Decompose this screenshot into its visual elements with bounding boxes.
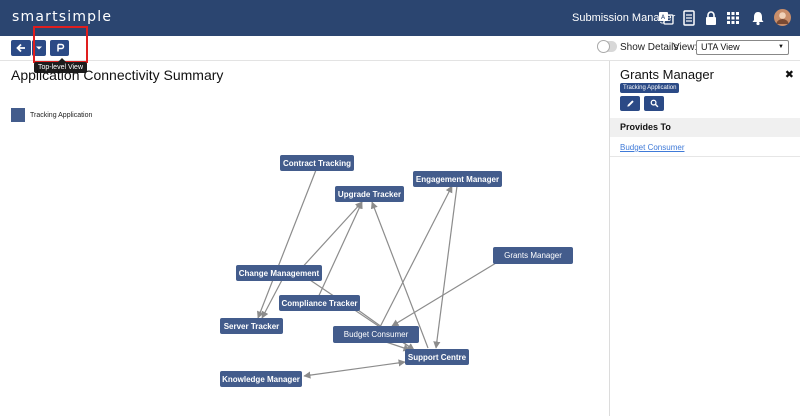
detail-panel: Grants Manager ✖ Tracking Application Pr… bbox=[609, 61, 800, 416]
panel-title: Grants Manager bbox=[620, 67, 714, 82]
node-contract-tracking[interactable]: Contract Tracking bbox=[280, 155, 354, 171]
edit-button[interactable] bbox=[620, 96, 640, 111]
node-budget-consumer[interactable]: Budget Consumer bbox=[333, 326, 419, 343]
node-server-tracker[interactable]: Server Tracker bbox=[220, 318, 283, 334]
provides-to-link[interactable]: Budget Consumer bbox=[620, 143, 684, 152]
provides-to-header: Provides To bbox=[610, 118, 800, 137]
close-icon[interactable]: ✖ bbox=[785, 68, 794, 81]
panel-type-badge: Tracking Application bbox=[620, 83, 680, 93]
node-grants-manager[interactable]: Grants Manager bbox=[493, 247, 573, 264]
node-compliance-tracker[interactable]: Compliance Tracker bbox=[279, 295, 360, 311]
search-button[interactable] bbox=[644, 96, 664, 111]
node-knowledge-manager[interactable]: Knowledge Manager bbox=[220, 371, 302, 387]
divider bbox=[610, 156, 800, 157]
node-upgrade-tracker[interactable]: Upgrade Tracker bbox=[335, 186, 404, 202]
magnifier-icon bbox=[650, 99, 658, 108]
pencil-icon bbox=[626, 100, 634, 107]
edge-change-upgrade bbox=[297, 201, 363, 273]
edge-compliance-upgrade bbox=[315, 201, 363, 303]
node-change-management[interactable]: Change Management bbox=[236, 265, 322, 281]
node-support-centre[interactable]: Support Centre bbox=[405, 349, 469, 365]
edge-knowledge-support bbox=[303, 359, 406, 379]
node-engagement-manager[interactable]: Engagement Manager bbox=[413, 171, 502, 187]
